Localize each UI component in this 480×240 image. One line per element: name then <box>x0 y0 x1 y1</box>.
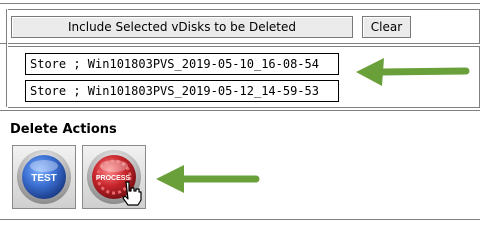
arrow-left-icon <box>356 58 470 86</box>
divider <box>0 219 480 220</box>
table-left-column <box>0 9 7 107</box>
include-selected-vdisks-button[interactable]: Include Selected vDisks to be Deleted <box>11 16 353 38</box>
arrow-left-icon <box>156 165 260 193</box>
selected-vdisk-item[interactable]: Store ; Win101803PVS_2019-05-10_16-08-54 <box>25 53 339 75</box>
selected-vdisk-item[interactable]: Store ; Win101803PVS_2019-05-12_14-59-53 <box>25 80 339 102</box>
delete-actions-heading: Delete Actions <box>10 122 117 137</box>
action-row: Include Selected vDisks to be Deleted Cl… <box>8 9 480 44</box>
test-button[interactable]: TEST <box>12 145 76 209</box>
divider <box>0 43 6 44</box>
test-label: TEST <box>31 173 57 184</box>
hand-cursor-icon <box>122 181 142 206</box>
test-icon: TEST <box>17 150 71 204</box>
process-button[interactable]: PROCESS <box>82 145 146 209</box>
clear-button[interactable]: Clear <box>362 16 411 38</box>
